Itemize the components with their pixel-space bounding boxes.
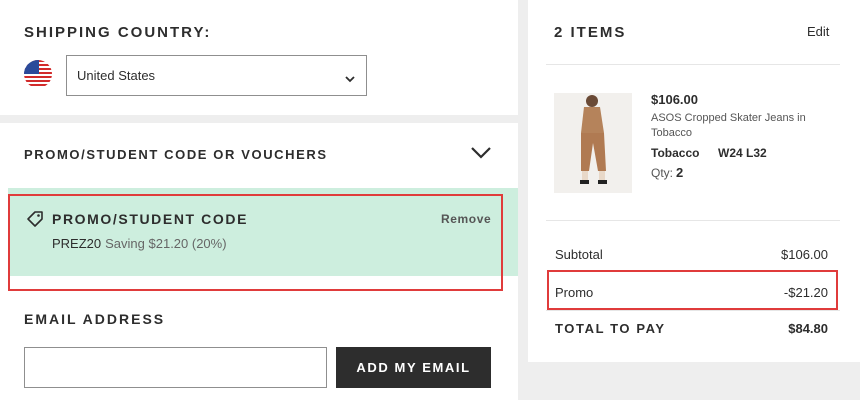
promo-detail: PREZ20 Saving $21.20 (20%): [52, 236, 227, 251]
item-price: $106.00: [651, 92, 698, 107]
promo-section-heading[interactable]: PROMO/STUDENT CODE OR VOUCHERS: [24, 147, 328, 162]
divider: [546, 64, 840, 65]
total-value: $84.80: [788, 321, 828, 336]
chevron-down-icon: [345, 70, 355, 88]
remove-promo-button[interactable]: Remove: [441, 212, 491, 226]
total-label: TOTAL TO PAY: [555, 321, 666, 336]
item-qty: Qty: 2: [651, 165, 683, 180]
collapse-chevron-icon[interactable]: [470, 146, 492, 165]
country-select-value: United States: [77, 68, 156, 83]
tag-icon: [26, 210, 44, 233]
item-color: Tobacco: [651, 146, 700, 160]
item-qty-label: Qty:: [651, 166, 674, 180]
subtotal-label: Subtotal: [555, 247, 603, 262]
promo-saving: Saving $21.20 (20%): [105, 236, 227, 251]
divider: [546, 310, 840, 311]
promo-title: PROMO/STUDENT CODE: [52, 211, 249, 227]
bag-item-count: 2 ITEMS: [554, 24, 627, 41]
promo-discount-label: Promo: [555, 285, 594, 300]
product-thumbnail[interactable]: [554, 93, 632, 193]
us-flag-icon: [24, 60, 52, 88]
country-select[interactable]: United States: [66, 55, 367, 96]
email-heading: EMAIL ADDRESS: [24, 311, 166, 327]
promo-code: PREZ20: [52, 236, 102, 251]
subtotal-value: $106.00: [781, 247, 828, 262]
edit-bag-link[interactable]: Edit: [807, 24, 829, 39]
item-name[interactable]: ASOS Cropped Skater Jeans in Tobacco: [651, 111, 826, 141]
shipping-country-heading: SHIPPING COUNTRY:: [24, 24, 212, 41]
model-illustration: [554, 93, 632, 193]
divider: [546, 220, 840, 221]
email-input[interactable]: [24, 347, 327, 388]
add-email-button[interactable]: ADD MY EMAIL: [336, 347, 491, 388]
item-qty-value: 2: [676, 165, 684, 180]
item-size: W24 L32: [718, 146, 767, 160]
promo-discount-value: -$21.20: [783, 285, 828, 300]
